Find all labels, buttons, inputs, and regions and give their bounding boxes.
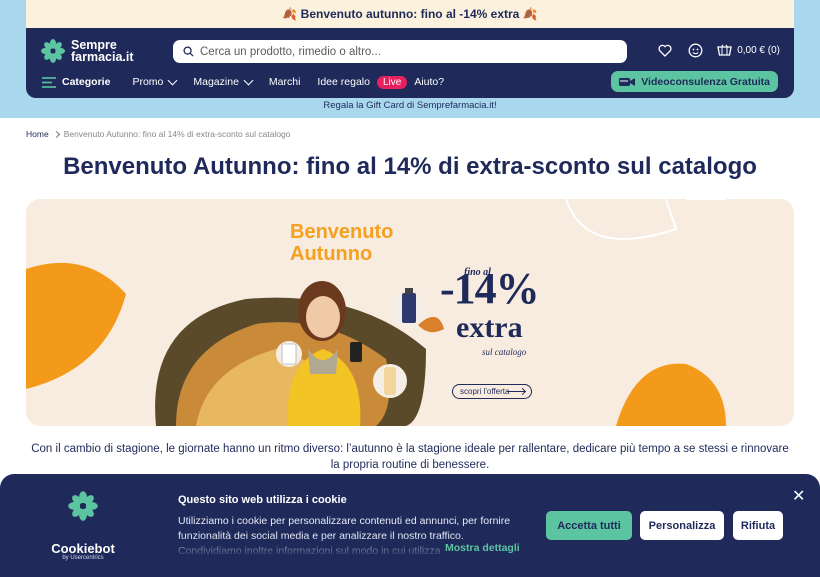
banner-extra: extra xyxy=(456,311,523,344)
video-consultation-button[interactable]: Videoconsulenza Gratuita xyxy=(611,71,778,92)
close-icon[interactable]: ✕ xyxy=(792,486,805,506)
chevron-right-icon xyxy=(52,130,60,138)
cart-icon xyxy=(717,44,732,56)
video-camera-icon xyxy=(619,77,636,86)
nav-item-magazine[interactable]: Magazine xyxy=(193,75,254,88)
arrow-right-icon xyxy=(507,391,525,392)
nav-item-marchi[interactable]: Marchi xyxy=(269,76,301,88)
cookiebot-brand: Cookiebot xyxy=(51,541,115,556)
banner-title-line-1: Benvenuto xyxy=(290,221,394,243)
site-header: Sempre farmacia.it 0,00 € (0) Categorie … xyxy=(26,28,794,98)
promo-banner[interactable]: Benvenuto Autunno fino al -14% extra sul… xyxy=(26,199,794,426)
nav-item-idee-regalo[interactable]: Idee regalo xyxy=(317,76,370,88)
cart-total: 0,00 € (0) xyxy=(737,44,780,56)
nav-categories[interactable]: Categorie xyxy=(42,76,110,88)
flower-logo-icon xyxy=(68,491,98,521)
cookie-accept-button[interactable]: Accetta tutti xyxy=(546,511,632,540)
cookie-title: Questo sito web utilizza i cookie xyxy=(178,494,347,506)
banner-cta-button[interactable]: scopri l'offerta xyxy=(452,384,532,399)
nav-item-label: Marchi xyxy=(268,76,301,88)
nav-categories-label: Categorie xyxy=(62,76,111,88)
breadcrumb: Home Benvenuto Autunno: fino al 14% di e… xyxy=(26,129,291,139)
search-input[interactable] xyxy=(200,45,610,58)
user-icon[interactable] xyxy=(687,42,703,58)
breadcrumb-current: Benvenuto Autunno: fino al 14% di extra-… xyxy=(63,129,291,139)
search-icon xyxy=(183,46,194,57)
promo-bar[interactable]: 🍂 Benvenuto autunno: fino al -14% extra … xyxy=(26,0,794,28)
search-bar[interactable] xyxy=(173,40,627,63)
cart-button[interactable]: 0,00 € (0) xyxy=(717,44,780,57)
nav-item-label: Magazine xyxy=(193,76,239,88)
banner-percent: -14% xyxy=(440,264,540,313)
menu-icon xyxy=(42,76,56,88)
cookie-reject-button[interactable]: Rifiuta xyxy=(733,511,783,540)
page-title: Benvenuto Autunno: fino al 14% di extra-… xyxy=(63,153,757,180)
banner-artwork xyxy=(26,199,726,426)
banner-title: Benvenuto Autunno xyxy=(290,221,393,265)
nav-item-label: Idee regalo xyxy=(317,76,370,88)
banner-cta-label: scopri l'offerta xyxy=(460,387,510,396)
intro-paragraph: Con il cambio di stagione, le giornate h… xyxy=(31,443,789,471)
site-logo[interactable]: Sempre farmacia.it xyxy=(40,38,134,64)
logo-line-2: farmacia.it xyxy=(71,50,134,64)
flower-logo-icon xyxy=(41,39,65,63)
logo-text: Sempre farmacia.it xyxy=(71,39,134,64)
banner-sul-catalogo: sul catalogo xyxy=(482,347,527,357)
header-actions: 0,00 € (0) xyxy=(657,42,780,58)
breadcrumb-home[interactable]: Home xyxy=(26,129,49,139)
heart-icon[interactable] xyxy=(657,42,673,58)
cookiebot-sub: by Usercentrics xyxy=(62,555,104,561)
promo-text[interactable]: 🍂 Benvenuto autunno: fino al -14% extra … xyxy=(282,7,537,21)
nav-live-badge[interactable]: Live xyxy=(376,75,408,89)
banner-title-line-2: Autunno xyxy=(290,243,373,265)
cookie-banner: Cookiebot by Usercentrics Questo sito we… xyxy=(0,474,820,577)
chevron-down-icon xyxy=(243,75,254,86)
cookiebot-logo xyxy=(48,490,118,527)
nav-item-label: Promo xyxy=(132,76,164,88)
chevron-down-icon xyxy=(167,75,178,86)
video-consultation-label: Videoconsulenza Gratuita xyxy=(641,75,770,88)
main-nav: Categorie Promo Magazine Marchi Idee reg… xyxy=(42,73,461,91)
cookie-show-details-link[interactable]: Mostra dettagli xyxy=(445,542,520,554)
nav-item-promo[interactable]: Promo xyxy=(132,75,178,88)
giftcard-banner[interactable]: Regala la Gift Card di Semprefarmacia.it… xyxy=(0,100,820,111)
nav-item-help[interactable]: Aiuto? xyxy=(414,76,444,88)
cookie-customize-button[interactable]: Personalizza xyxy=(640,511,724,540)
